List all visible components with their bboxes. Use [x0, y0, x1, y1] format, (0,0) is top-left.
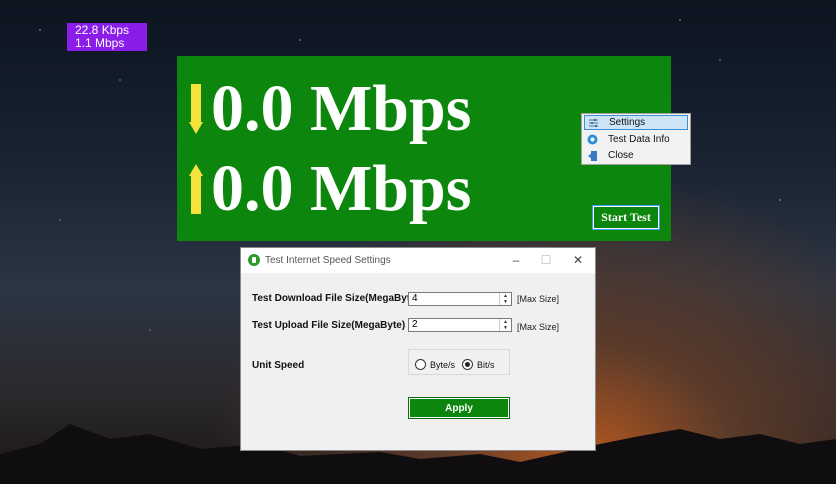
upload-size-value: 2: [412, 319, 418, 330]
upload-speed-value: 0.0 Mbps: [211, 152, 472, 225]
app-icon: [248, 254, 260, 266]
unit-option-bits[interactable]: Bit/s: [462, 359, 495, 370]
upload-max-size-hint: [Max Size]: [517, 322, 560, 332]
upload-arrow-icon: [189, 164, 203, 214]
upload-row: 0.0 Mbps: [189, 154, 471, 224]
menu-item-close-label: Close: [608, 150, 634, 161]
unit-speed-group: Byte/s Bit/s: [408, 349, 510, 375]
download-size-label: Test Download File Size(MegaByte): [252, 293, 420, 304]
unit-option-bits-label: Bit/s: [477, 359, 495, 370]
stepper-down-icon[interactable]: ▼: [500, 299, 511, 305]
menu-item-test-data-info-label: Test Data Info: [608, 134, 670, 145]
menu-item-settings[interactable]: Settings: [584, 115, 688, 130]
download-speed-value: 0.0 Mbps: [211, 72, 472, 145]
unit-option-bytes-label: Byte/s: [430, 359, 456, 370]
download-max-size-hint: [Max Size]: [517, 294, 560, 304]
maximize-button[interactable]: ☐: [533, 251, 559, 269]
dialog-titlebar[interactable]: Test Internet Speed Settings – ☐ ✕: [241, 248, 595, 273]
settings-dialog: Test Internet Speed Settings – ☐ ✕ Test …: [240, 247, 596, 451]
download-size-stepper[interactable]: 4 ▲ ▼: [408, 292, 512, 306]
menu-item-close[interactable]: Close: [584, 148, 688, 163]
apply-button[interactable]: Apply: [408, 397, 510, 419]
radio-icon: [415, 359, 426, 370]
unit-speed-label: Unit Speed: [252, 360, 305, 371]
info-icon: [584, 134, 600, 145]
download-size-value: 4: [412, 293, 418, 304]
radio-selected-icon: [462, 359, 473, 370]
close-button[interactable]: ✕: [565, 251, 591, 269]
unit-option-bytes[interactable]: Byte/s: [415, 359, 455, 370]
upload-size-stepper[interactable]: 2 ▲ ▼: [408, 318, 512, 332]
download-arrow-icon: [189, 84, 203, 134]
context-menu: Settings Test Data Info Close: [581, 113, 691, 165]
sliders-icon: [585, 118, 601, 128]
menu-item-test-data-info[interactable]: Test Data Info: [584, 132, 688, 147]
upload-size-label: Test Upload File Size(MegaByte): [252, 320, 406, 331]
start-test-button[interactable]: Start Test: [592, 205, 660, 230]
dialog-title: Test Internet Speed Settings: [265, 255, 391, 266]
badge-upload-speed: 1.1 Mbps: [75, 36, 125, 50]
download-row: 0.0 Mbps: [189, 74, 471, 144]
menu-item-settings-label: Settings: [609, 117, 646, 128]
exit-icon: [584, 150, 600, 162]
stepper-down-icon[interactable]: ▼: [500, 325, 511, 331]
speed-badge: 22.8 Kbps 1.1 Mbps: [67, 23, 147, 51]
minimize-button[interactable]: –: [503, 251, 529, 269]
